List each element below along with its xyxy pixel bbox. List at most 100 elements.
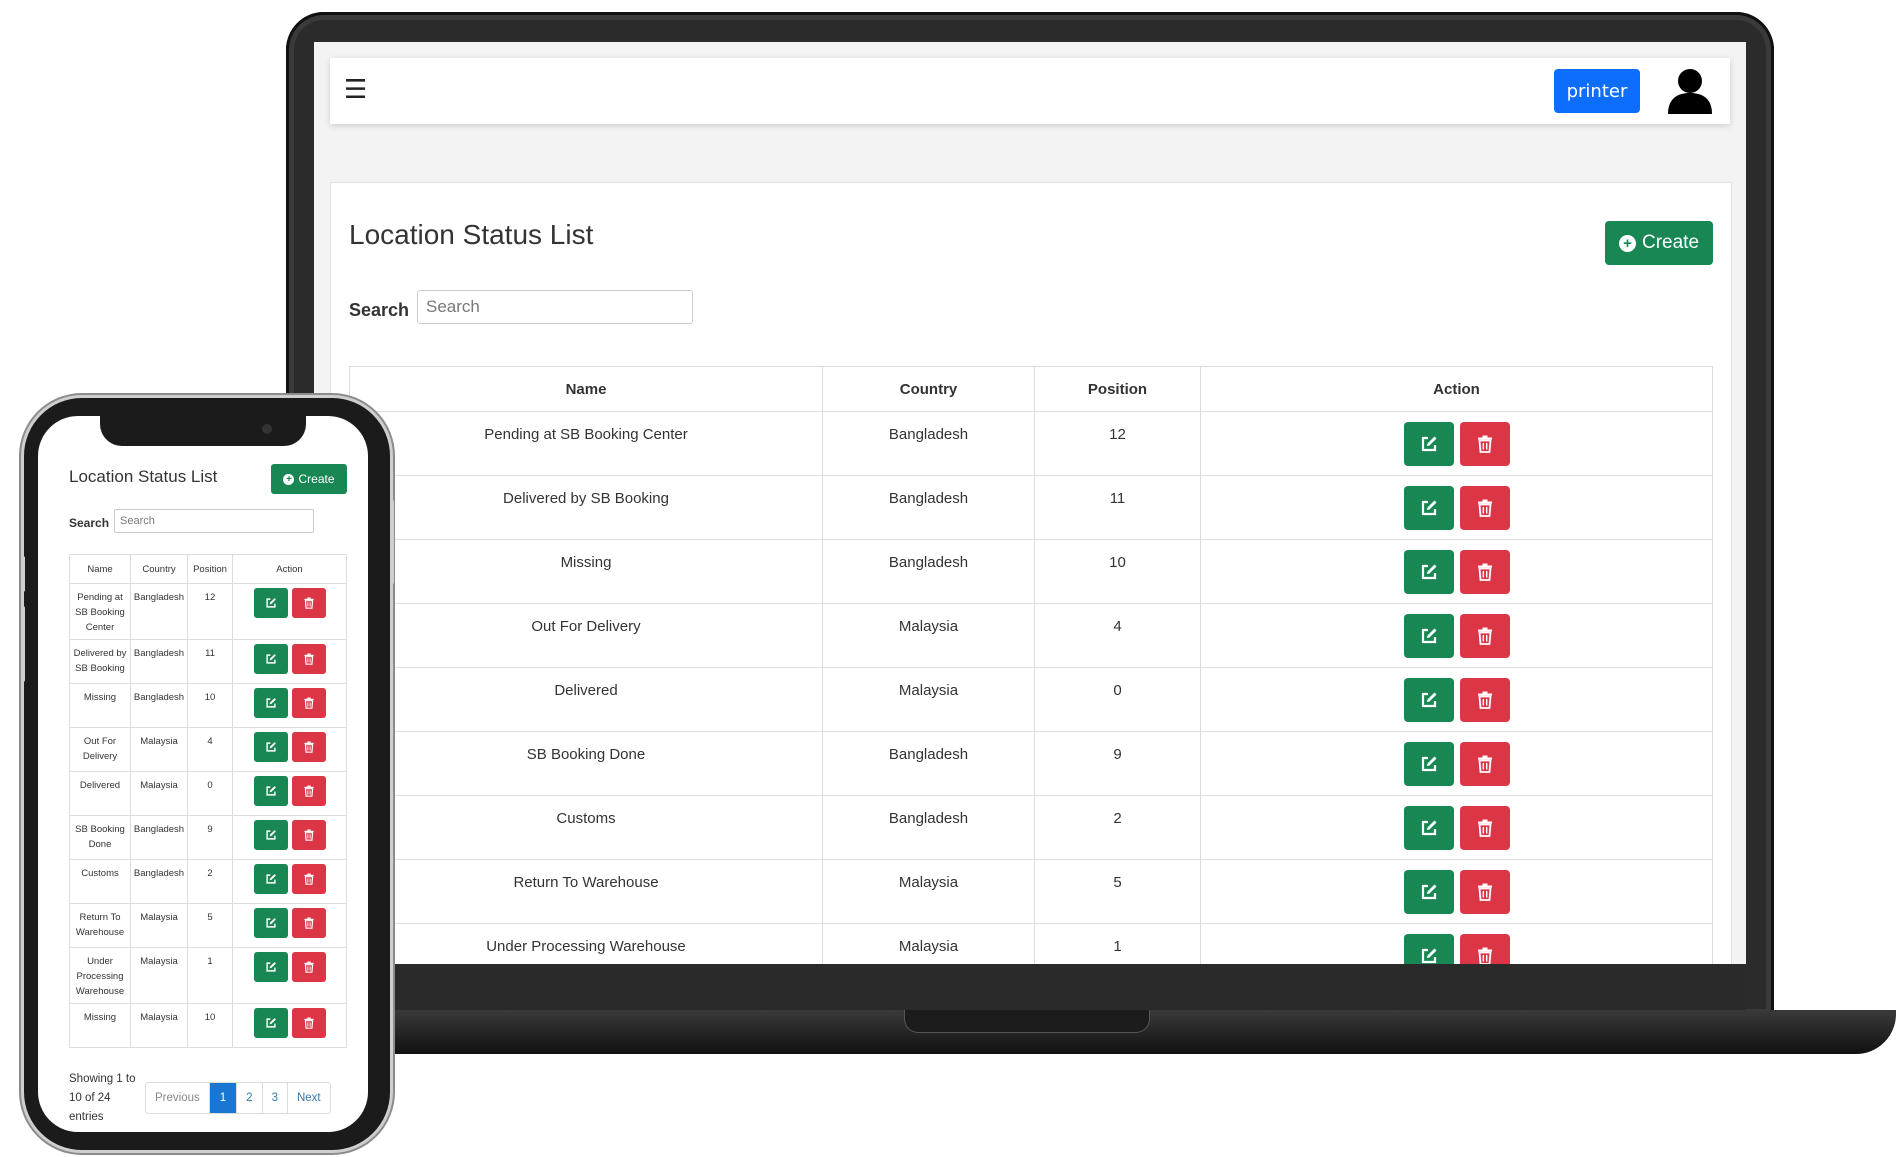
column-header-name[interactable]: Name: [69, 554, 131, 584]
delete-button[interactable]: [1459, 486, 1510, 530]
edit-button[interactable]: [253, 776, 288, 806]
delete-button[interactable]: [1459, 678, 1510, 722]
cell-country: Malaysia: [822, 859, 1035, 924]
cell-position: 4: [1034, 603, 1201, 668]
search-label: Search: [69, 516, 110, 530]
cell-country: Malaysia: [130, 771, 188, 816]
camera-icon: [262, 424, 272, 434]
pagination-previous[interactable]: Previous: [146, 1083, 210, 1113]
pagination-page-2[interactable]: 2: [237, 1083, 263, 1113]
phone-notch: [100, 416, 306, 446]
delete-button[interactable]: [1459, 422, 1510, 466]
column-header-action: Action: [232, 554, 347, 584]
table-header-row: Name Country Position Action: [349, 366, 1713, 412]
table-row: Delivered Malaysia 0: [69, 771, 347, 816]
delete-button[interactable]: [291, 908, 326, 938]
edit-button[interactable]: [1403, 422, 1454, 466]
cell-country: Malaysia: [130, 903, 188, 948]
edit-button[interactable]: [253, 908, 288, 938]
edit-button[interactable]: [253, 864, 288, 894]
edit-button[interactable]: [253, 1008, 288, 1038]
delete-button[interactable]: [291, 688, 326, 718]
delete-button[interactable]: [1459, 934, 1510, 964]
delete-button[interactable]: [291, 588, 326, 618]
cell-position: 2: [1034, 795, 1201, 860]
edit-button[interactable]: [1403, 486, 1454, 530]
plus-circle-icon: +: [283, 473, 295, 485]
cell-country: Bangladesh: [822, 475, 1035, 540]
edit-button[interactable]: [1403, 806, 1454, 850]
column-header-country[interactable]: Country: [822, 366, 1035, 412]
cell-action: [232, 771, 347, 816]
cell-action: [232, 639, 347, 684]
cell-action: [1200, 923, 1713, 964]
pagination-page-1[interactable]: 1: [209, 1083, 238, 1113]
printer-button[interactable]: printer: [1554, 69, 1640, 113]
column-header-name[interactable]: Name: [349, 366, 823, 412]
edit-button[interactable]: [1403, 614, 1454, 658]
cell-country: Bangladesh: [130, 639, 188, 684]
cell-position: 10: [1034, 539, 1201, 604]
edit-button[interactable]: [253, 644, 288, 674]
cell-position: 11: [1034, 475, 1201, 540]
delete-button[interactable]: [291, 820, 326, 850]
edit-button[interactable]: [253, 688, 288, 718]
page-title: Location Status List: [69, 467, 218, 486]
cell-action: [1200, 411, 1713, 476]
delete-button[interactable]: [1459, 614, 1510, 658]
cell-country: Malaysia: [822, 603, 1035, 668]
cell-action: [1200, 859, 1713, 924]
cell-country: Malaysia: [130, 727, 188, 772]
delete-button[interactable]: [1459, 806, 1510, 850]
edit-button[interactable]: [1403, 678, 1454, 722]
location-status-card: Location Status List + Create Search Nam…: [330, 182, 1732, 964]
table-row: Delivered by SB Booking Bangladesh 11: [69, 639, 347, 684]
cell-name: Delivered: [349, 667, 823, 732]
edit-button[interactable]: [1403, 934, 1454, 964]
edit-button[interactable]: [253, 952, 288, 982]
edit-button[interactable]: [1403, 742, 1454, 786]
user-icon[interactable]: [1666, 66, 1714, 116]
edit-button[interactable]: [253, 820, 288, 850]
delete-button[interactable]: [1459, 870, 1510, 914]
edit-button[interactable]: [1403, 550, 1454, 594]
table-row: Missing Bangladesh 10: [69, 683, 347, 728]
table-row: SB Booking Done Bangladesh 9: [349, 731, 1713, 796]
create-button[interactable]: + Create: [1605, 221, 1713, 265]
pagination-page-3[interactable]: 3: [263, 1083, 288, 1113]
delete-button[interactable]: [291, 1008, 326, 1038]
table-body: Pending at SB Booking Center Bangladesh 12…: [349, 411, 1713, 964]
cell-name: Return To Warehouse: [349, 859, 823, 924]
delete-button[interactable]: [291, 952, 326, 982]
delete-button[interactable]: [291, 732, 326, 762]
table-row: SB Booking Done Bangladesh 9: [69, 815, 347, 860]
table-row: Customs Bangladesh 2: [349, 795, 1713, 860]
cell-country: Bangladesh: [822, 539, 1035, 604]
table-body: Pending at SB Booking Center Bangladesh 12…: [69, 583, 347, 1048]
search-input[interactable]: [114, 509, 314, 533]
pagination-next[interactable]: Next: [288, 1083, 330, 1113]
delete-button[interactable]: [1459, 550, 1510, 594]
top-navbar: ☰ printer: [330, 58, 1730, 124]
delete-button[interactable]: [1459, 742, 1510, 786]
delete-button[interactable]: [291, 776, 326, 806]
cell-position: 12: [187, 583, 233, 640]
cell-name: Out For Delivery: [349, 603, 823, 668]
edit-button[interactable]: [253, 588, 288, 618]
search-input[interactable]: [417, 290, 693, 324]
edit-button[interactable]: [253, 732, 288, 762]
delete-button[interactable]: [291, 864, 326, 894]
create-button[interactable]: + Create: [271, 464, 347, 494]
cell-position: 12: [1034, 411, 1201, 476]
edit-button[interactable]: [1403, 870, 1454, 914]
column-header-country[interactable]: Country: [130, 554, 188, 584]
table-row: Customs Bangladesh 2: [69, 859, 347, 904]
table-row: Missing Malaysia 10: [69, 1003, 347, 1048]
column-header-position[interactable]: Position: [187, 554, 233, 584]
phone-screen: Location Status List + Create Search Nam…: [38, 416, 368, 1132]
cell-position: 9: [187, 815, 233, 860]
column-header-position[interactable]: Position: [1034, 366, 1201, 412]
cell-name: Missing: [69, 683, 131, 728]
delete-button[interactable]: [291, 644, 326, 674]
hamburger-icon[interactable]: ☰: [344, 76, 367, 104]
